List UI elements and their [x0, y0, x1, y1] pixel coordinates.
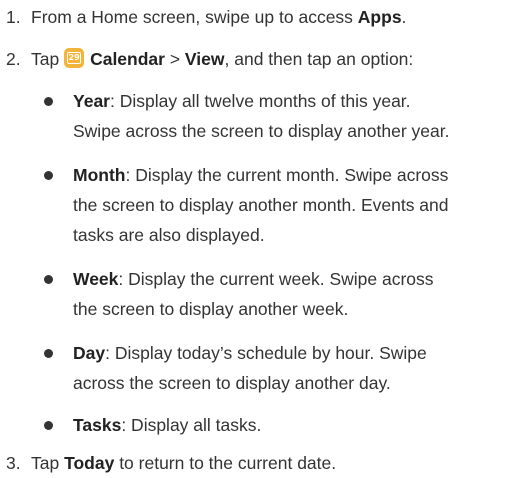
- option-description: : Display the current month. Swipe acros…: [125, 165, 449, 185]
- option-description: the screen to display another month. Eve…: [73, 195, 449, 215]
- today-term: Today: [64, 453, 115, 473]
- step-text-end: .: [401, 7, 407, 27]
- option-description: Swipe across the screen to display anoth…: [73, 121, 450, 141]
- calendar-app-icon: 29: [64, 48, 85, 68]
- option-description: : Display all tasks.: [121, 415, 262, 435]
- step-number: 2.: [6, 49, 21, 69]
- option-description: the screen to display another week.: [73, 299, 349, 319]
- option-term: Tasks: [73, 415, 122, 435]
- step-text: From a Home screen, swipe up to access: [31, 7, 358, 27]
- step-text: Tap: [31, 49, 65, 69]
- option-term: Month: [73, 165, 126, 185]
- option-description: across the screen to display another day…: [73, 373, 391, 393]
- calendar-term: Calendar: [90, 49, 165, 69]
- option-term: Week: [73, 269, 119, 289]
- step-text-end: , and then tap an option:: [224, 49, 414, 69]
- option-description: : Display the current week. Swipe across: [118, 269, 434, 289]
- bullet-dot: [44, 421, 53, 430]
- step-2: 2. Tap 29 Calendar > View, and then tap an…: [6, 44, 413, 74]
- step-3: 3. Tap Today to return to the current dat…: [6, 448, 336, 478]
- bullet-dot: [44, 349, 53, 358]
- apps-term: Apps: [357, 7, 402, 27]
- bullet-dot: [44, 275, 53, 284]
- option-description: : Display all twelve months of this year…: [109, 91, 411, 111]
- step-1: 1. From a Home screen, swipe up to access…: [6, 2, 406, 32]
- option-term: Day: [73, 343, 106, 363]
- instructions-document: 1. From a Home screen, swipe up to access…: [0, 0, 524, 478]
- step-number: 3.: [6, 453, 21, 473]
- calendar-icon-date: 29: [68, 53, 80, 62]
- step-text-end: to return to the current date.: [114, 453, 337, 473]
- breadcrumb-separator: >: [164, 49, 185, 69]
- step-text: Tap: [31, 453, 65, 473]
- view-term: View: [184, 49, 225, 69]
- option-description: : Display today’s schedule by hour. Swip…: [105, 343, 427, 363]
- bullet-dot: [44, 171, 53, 180]
- step-number: 1.: [6, 7, 21, 27]
- bullet-dot: [44, 97, 53, 106]
- option-term: Year: [73, 91, 110, 111]
- option-description: tasks are also displayed.: [73, 225, 265, 245]
